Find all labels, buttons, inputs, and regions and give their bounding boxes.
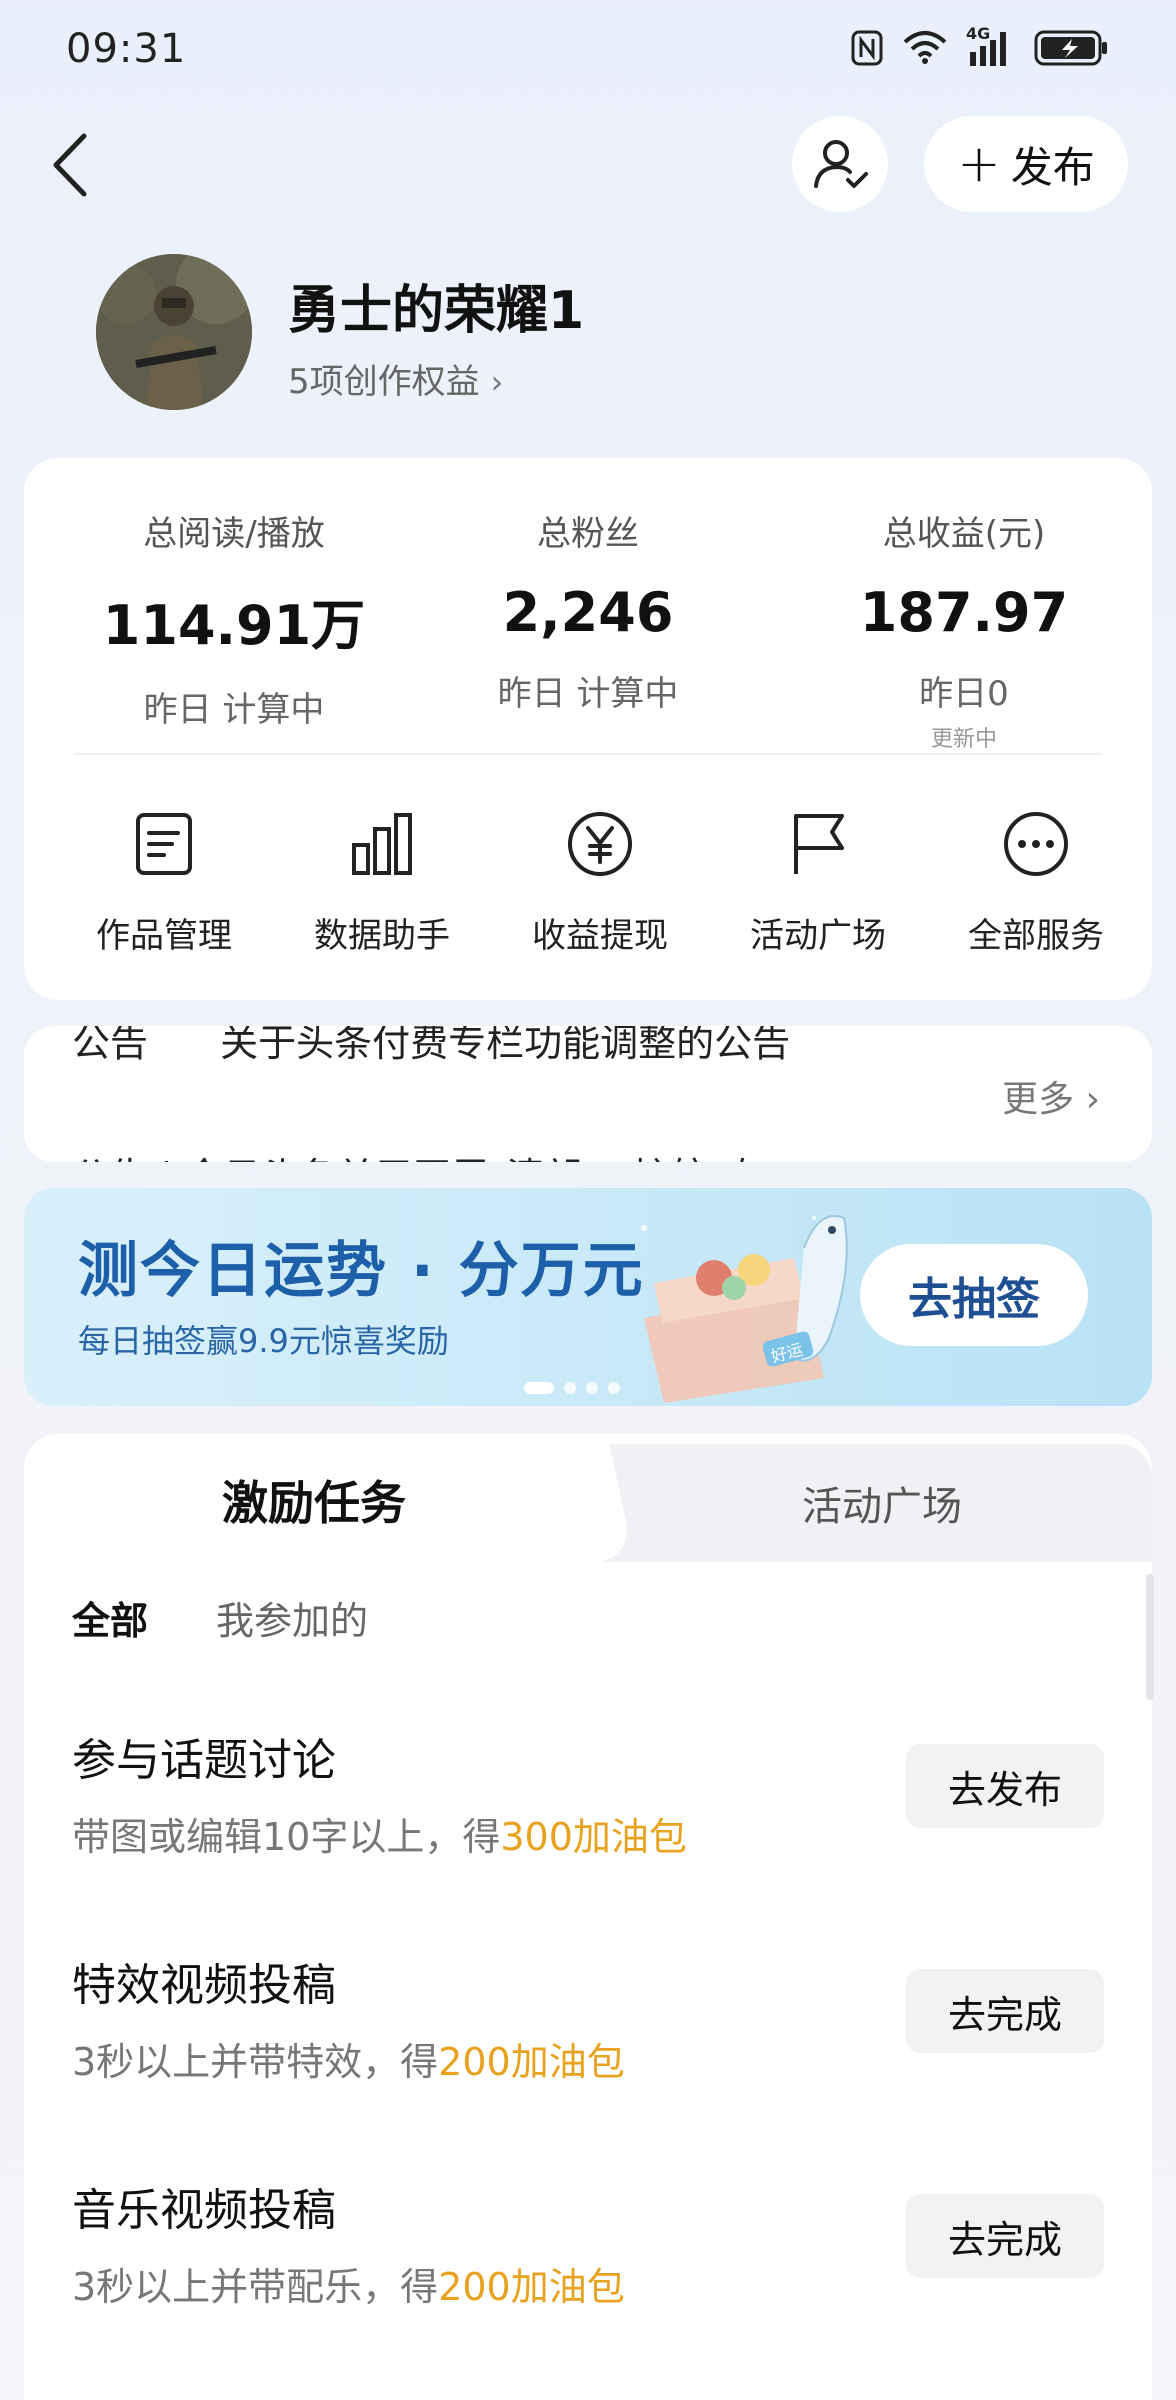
notice-more-label: 更多 <box>1002 1079 1075 1120</box>
gift-box-illustration: 好运 <box>641 1215 848 1403</box>
stat-total-reads[interactable]: 总阅读/播放 114.91万 昨日 计算中 <box>74 506 394 731</box>
task-reward: 200加油包 <box>438 2040 625 2084</box>
stat-value: 187.97 <box>859 581 1069 644</box>
more-icon <box>1004 812 1068 876</box>
chevron-right-icon: › <box>1085 1079 1100 1120</box>
service-activity-plaza[interactable]: 活动广场 <box>708 802 928 957</box>
carousel-dot-active <box>524 1382 554 1394</box>
banner-subtitle: 每日抽签赢9.9元惊喜奖励 <box>78 1322 449 1360</box>
profile-name: 勇士的荣耀1 <box>288 281 585 341</box>
notice-card[interactable]: 公告 关于头条付费专栏功能调整的公告 更多 › 公告 | 今日头条关于开展"清朗… <box>24 1026 1152 1162</box>
task-complete-button[interactable]: 去完成 <box>906 1969 1104 2053</box>
service-label: 收益提现 <box>532 916 668 956</box>
flag-icon <box>794 814 844 874</box>
cellular-signal-icon: 4G <box>966 24 1016 68</box>
stat-total-income[interactable]: 总收益(元) 187.97 昨日0 更新中 <box>804 506 1124 753</box>
publish-label: 发布 <box>1010 142 1095 192</box>
service-data-assistant[interactable]: 数据助手 <box>272 802 492 957</box>
wifi-icon <box>903 31 947 64</box>
stat-sub: 昨日0 <box>919 674 1009 714</box>
service-label: 全部服务 <box>968 916 1104 956</box>
stat-label: 总收益(元) <box>882 514 1046 554</box>
service-label: 活动广场 <box>750 916 886 956</box>
divider <box>74 753 1102 755</box>
notice-item-next[interactable]: 公告 | 今日头条关于开展"清朗·AI护航"专 <box>72 1146 763 1162</box>
carousel-dot <box>564 1382 576 1394</box>
yen-icon <box>568 812 632 876</box>
task-item: 音乐视频投稿 3秒以上并带配乐，得200加油包 去完成 <box>72 2174 1104 2311</box>
stat-value: 2,246 <box>502 581 674 644</box>
chevron-left-icon <box>53 133 87 197</box>
task-item: 参与话题讨论 带图或编辑10字以上，得300加油包 去发布 <box>72 1724 1104 1861</box>
carousel-indicator <box>524 1382 620 1394</box>
chevron-right-icon: › <box>490 363 504 401</box>
task-reward: 200加油包 <box>438 2265 625 2309</box>
task-complete-button[interactable]: 去完成 <box>906 2194 1104 2278</box>
stat-total-fans[interactable]: 总粉丝 2,246 昨日 计算中 <box>428 506 748 715</box>
carousel-dot <box>586 1382 598 1394</box>
filter-all[interactable]: 全部 <box>72 1590 148 1645</box>
notice-text: 关于头条付费专栏功能调整的公告 <box>220 1026 791 1065</box>
publish-button[interactable]: + 发布 <box>924 116 1128 212</box>
service-works-manage[interactable]: 作品管理 <box>54 802 274 957</box>
service-label: 数据助手 <box>314 916 450 956</box>
task-desc-text: 带图或编辑10字以上，得 <box>72 1815 501 1859</box>
stat-label: 总粉丝 <box>537 514 639 554</box>
user-check-icon <box>814 140 868 188</box>
task-desc-text: 3秒以上并带特效，得 <box>72 2040 439 2084</box>
carousel-dot <box>608 1382 620 1394</box>
task-reward: 300加油包 <box>500 1815 687 1859</box>
draw-lot-button[interactable]: 去抽签 <box>860 1244 1088 1346</box>
stat-sub: 昨日 计算中 <box>143 690 325 730</box>
service-all[interactable]: 全部服务 <box>926 802 1146 957</box>
stats-card: 总阅读/播放 114.91万 昨日 计算中 总粉丝 2,246 昨日 计算中 总… <box>24 458 1152 1000</box>
soldier-avatar-icon <box>96 254 252 410</box>
creator-benefits-label: 5项创作权益 <box>288 362 480 402</box>
tasks-card: 激励任务 活动广场 全部 我参加的 参与话题讨论 带图或编辑10字以上，得300… <box>24 1434 1152 2400</box>
stat-value: 114.91万 <box>102 594 366 657</box>
tab-activity-plaza[interactable]: 活动广场 <box>612 1444 1152 1562</box>
nfc-icon <box>851 30 883 66</box>
task-item: 特效视频投稿 3秒以上并带特效，得200加油包 去完成 <box>72 1949 1104 2086</box>
status-icons: 4G <box>850 24 1110 68</box>
notice-tag: 公告 <box>72 1026 149 1065</box>
bar-chart-icon <box>352 813 412 875</box>
stat-update-status: 更新中 <box>930 727 997 752</box>
battery-charging-icon <box>1034 30 1107 66</box>
status-time: 09:31 <box>66 26 187 72</box>
banner-title: 测今日运势 · 分万元 <box>78 1236 645 1306</box>
stat-label: 总阅读/播放 <box>143 514 325 554</box>
task-publish-button[interactable]: 去发布 <box>906 1744 1104 1828</box>
service-income-withdraw[interactable]: 收益提现 <box>490 802 710 957</box>
avatar[interactable] <box>96 254 252 410</box>
task-desc-text: 3秒以上并带配乐，得 <box>72 2265 439 2309</box>
stat-sub: 昨日 计算中 <box>497 674 679 714</box>
document-icon <box>136 813 192 875</box>
notice-item[interactable]: 公告 关于头条付费专栏功能调整的公告 <box>72 1026 790 1067</box>
creator-benefits-link[interactable]: 5项创作权益 › <box>288 354 503 403</box>
tab-incentive-tasks[interactable]: 激励任务 <box>24 1434 604 1566</box>
plus-icon: + <box>957 134 1001 194</box>
user-follow-button[interactable] <box>792 116 888 212</box>
service-label: 作品管理 <box>96 916 232 956</box>
filter-joined[interactable]: 我参加的 <box>216 1590 368 1645</box>
fortune-banner[interactable]: 好运 测今日运势 · 分万元 每日抽签赢9.9元惊喜奖励 去抽签 <box>24 1188 1152 1406</box>
back-button[interactable] <box>44 120 104 210</box>
scrollbar[interactable] <box>1146 1574 1154 1700</box>
notice-more-link[interactable]: 更多 › <box>1002 1070 1100 1122</box>
